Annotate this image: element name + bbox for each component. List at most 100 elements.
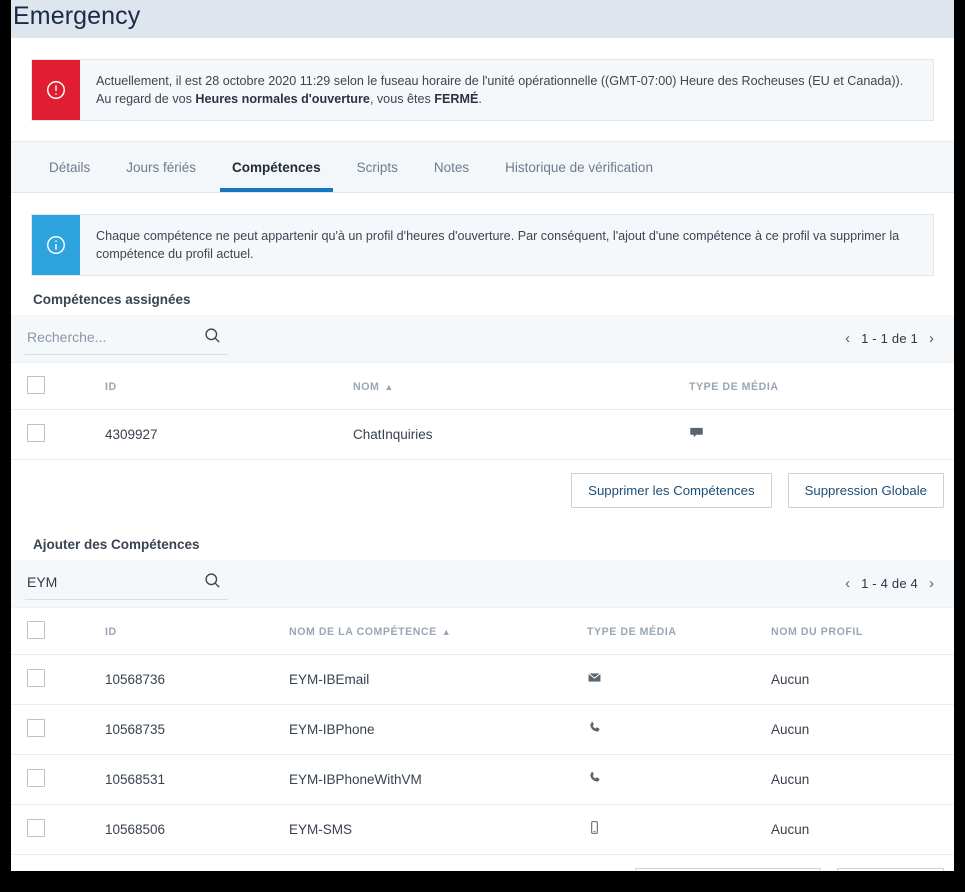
cell-name: EYM-IBPhone xyxy=(289,704,587,755)
add-table-header-row: ID NOM DE LA COMPÉTENCE ▲ TYPE DE MÉDIA N… xyxy=(11,608,954,655)
row-checkbox[interactable] xyxy=(27,719,45,737)
search-icon[interactable] xyxy=(203,326,222,350)
tab-comp-tences[interactable]: Compétences xyxy=(214,142,339,192)
row-checkbox-cell xyxy=(11,804,105,855)
tab-label: Compétences xyxy=(232,159,321,175)
tab-scripts[interactable]: Scripts xyxy=(339,142,416,192)
row-checkbox[interactable] xyxy=(27,669,45,687)
cell-name: EYM-SMS xyxy=(289,804,587,855)
phone-icon xyxy=(587,720,602,739)
add-select-all-checkbox[interactable] xyxy=(27,621,45,639)
add-all-button[interactable]: Ajouter Tous xyxy=(836,868,944,871)
cell-profile-text: Aucun xyxy=(771,822,810,837)
assigned-search-input[interactable] xyxy=(25,329,197,347)
add-actions: Ajouter des Compétences Ajouter Tous xyxy=(11,855,954,871)
tab-historique-de-v-rification[interactable]: Historique de vérification xyxy=(487,142,671,192)
cell-profile-text: Aucun xyxy=(771,772,810,787)
row-checkbox[interactable] xyxy=(27,769,45,787)
row-checkbox[interactable] xyxy=(27,819,45,837)
add-pagination: ‹ 1 - 4 de 4 › xyxy=(845,576,940,591)
alert-text: Actuellement, il est 28 octobre 2020 11:… xyxy=(80,60,933,120)
cell-id: 4309927 xyxy=(105,409,353,460)
add-prev-page-button[interactable]: ‹ xyxy=(845,576,850,591)
assigned-select-all-header xyxy=(11,363,105,410)
cell-id-text: 4309927 xyxy=(105,427,158,442)
table-row[interactable]: 10568735 EYM-IBPhone Aucun xyxy=(11,704,954,755)
skills-info-alert: Chaque compétence ne peut appartenir qu'… xyxy=(31,214,934,276)
table-row[interactable]: 10568531 EYM-IBPhoneWithVM Aucun xyxy=(11,754,954,805)
tab-jours-f-ri-s[interactable]: Jours fériés xyxy=(108,142,214,192)
cell-name-text: EYM-SMS xyxy=(289,822,353,837)
add-skills-button[interactable]: Ajouter des Compétences xyxy=(635,868,821,871)
app-viewport: Emergency Actuellement, il est 28 octobr… xyxy=(11,0,954,871)
assigned-skills-heading: Compétences assignées xyxy=(33,292,191,307)
assigned-next-page-button[interactable]: › xyxy=(929,331,934,346)
cell-id: 10568736 xyxy=(105,654,289,705)
email-icon xyxy=(587,670,602,689)
add-col-name-label: NOM DE LA COMPÉTENCE xyxy=(289,625,437,638)
cell-media-type xyxy=(587,754,771,805)
delete-skills-button[interactable]: Supprimer les Compétences xyxy=(571,473,772,508)
assigned-col-id[interactable]: ID xyxy=(105,363,353,410)
add-skills-table: ID NOM DE LA COMPÉTENCE ▲ TYPE DE MÉDIA N… xyxy=(11,608,954,855)
assigned-col-name[interactable]: NOM ▲ xyxy=(353,363,689,410)
add-select-all-header xyxy=(11,608,105,655)
assigned-actions: Supprimer les Compétences Suppression Gl… xyxy=(11,460,954,521)
alert-line-2-mid: , vous êtes xyxy=(369,92,435,106)
screenshot-frame: Emergency Actuellement, il est 28 octobr… xyxy=(0,0,965,892)
assigned-prev-page-button[interactable]: ‹ xyxy=(845,331,850,346)
assigned-select-all-checkbox[interactable] xyxy=(27,376,45,394)
alert-line-2-suffix: . xyxy=(478,92,482,106)
tab-notes[interactable]: Notes xyxy=(416,142,487,192)
assigned-search-wrapper[interactable] xyxy=(25,323,228,355)
cell-profile: Aucun xyxy=(771,704,954,755)
cell-name-text: EYM-IBEmail xyxy=(289,672,370,687)
delete-all-button[interactable]: Suppression Globale xyxy=(787,473,944,508)
alert-line-2-bold-status: FERMÉ xyxy=(434,92,479,106)
cell-name: EYM-IBEmail xyxy=(289,654,587,705)
row-checkbox-cell xyxy=(11,754,105,805)
cell-id: 10568531 xyxy=(105,754,289,805)
add-col-profile[interactable]: NOM DU PROFIL xyxy=(771,608,954,655)
cell-profile-text: Aucun xyxy=(771,722,810,737)
tab-label: Scripts xyxy=(356,159,398,175)
alert-line-2-bold-hours: Heures normales d'ouverture xyxy=(195,92,370,106)
add-col-media[interactable]: TYPE DE MÉDIA xyxy=(587,608,771,655)
add-search-wrapper[interactable] xyxy=(25,568,228,600)
tab-bar: Détails Jours fériés Compétences Scripts Not… xyxy=(11,141,954,193)
alert-line-2-prefix: Au regard de vos xyxy=(96,92,196,106)
page-title: Emergency xyxy=(13,2,141,30)
table-row[interactable]: 4309927 ChatInquiries xyxy=(11,409,954,460)
cell-media-type xyxy=(587,804,771,855)
add-col-name[interactable]: NOM DE LA COMPÉTENCE ▲ xyxy=(289,608,587,655)
add-col-id[interactable]: ID xyxy=(105,608,289,655)
info-alert-text: Chaque compétence ne peut appartenir qu'… xyxy=(96,229,900,261)
info-circle-icon xyxy=(32,215,80,275)
tab-label: Détails xyxy=(49,159,91,175)
assigned-pagination: ‹ 1 - 1 de 1 › xyxy=(845,331,940,346)
cell-media-type xyxy=(587,704,771,755)
add-search-input[interactable] xyxy=(25,574,197,592)
cell-profile: Aucun xyxy=(771,754,954,805)
add-next-page-button[interactable]: › xyxy=(929,576,934,591)
cell-media-type xyxy=(689,409,954,460)
assigned-col-name-label: NOM xyxy=(353,380,380,393)
window-titlebar: Emergency xyxy=(11,0,954,38)
table-row[interactable]: 10568736 EYM-IBEmail Aucun xyxy=(11,654,954,705)
cell-name: EYM-IBPhoneWithVM xyxy=(289,754,587,805)
tab-d-tails[interactable]: Détails xyxy=(31,142,108,192)
cell-name-text: EYM-IBPhone xyxy=(289,722,375,737)
alert-circle-icon xyxy=(32,60,80,120)
cell-id-text: 10568736 xyxy=(105,672,166,687)
search-icon[interactable] xyxy=(203,571,222,595)
row-checkbox[interactable] xyxy=(27,424,45,442)
cell-name-text: EYM-IBPhoneWithVM xyxy=(289,772,422,787)
cell-id-text: 10568531 xyxy=(105,772,166,787)
table-row[interactable]: 10568506 EYM-SMS Aucun xyxy=(11,804,954,855)
cell-profile: Aucun xyxy=(771,654,954,705)
phone-icon xyxy=(587,770,602,789)
cell-name: ChatInquiries xyxy=(353,409,689,460)
chat-bubble-icon xyxy=(689,425,704,444)
assigned-col-media[interactable]: TYPE DE MÉDIA xyxy=(689,363,954,410)
alert-line-1: Actuellement, il est 28 octobre 2020 11:… xyxy=(96,74,904,88)
